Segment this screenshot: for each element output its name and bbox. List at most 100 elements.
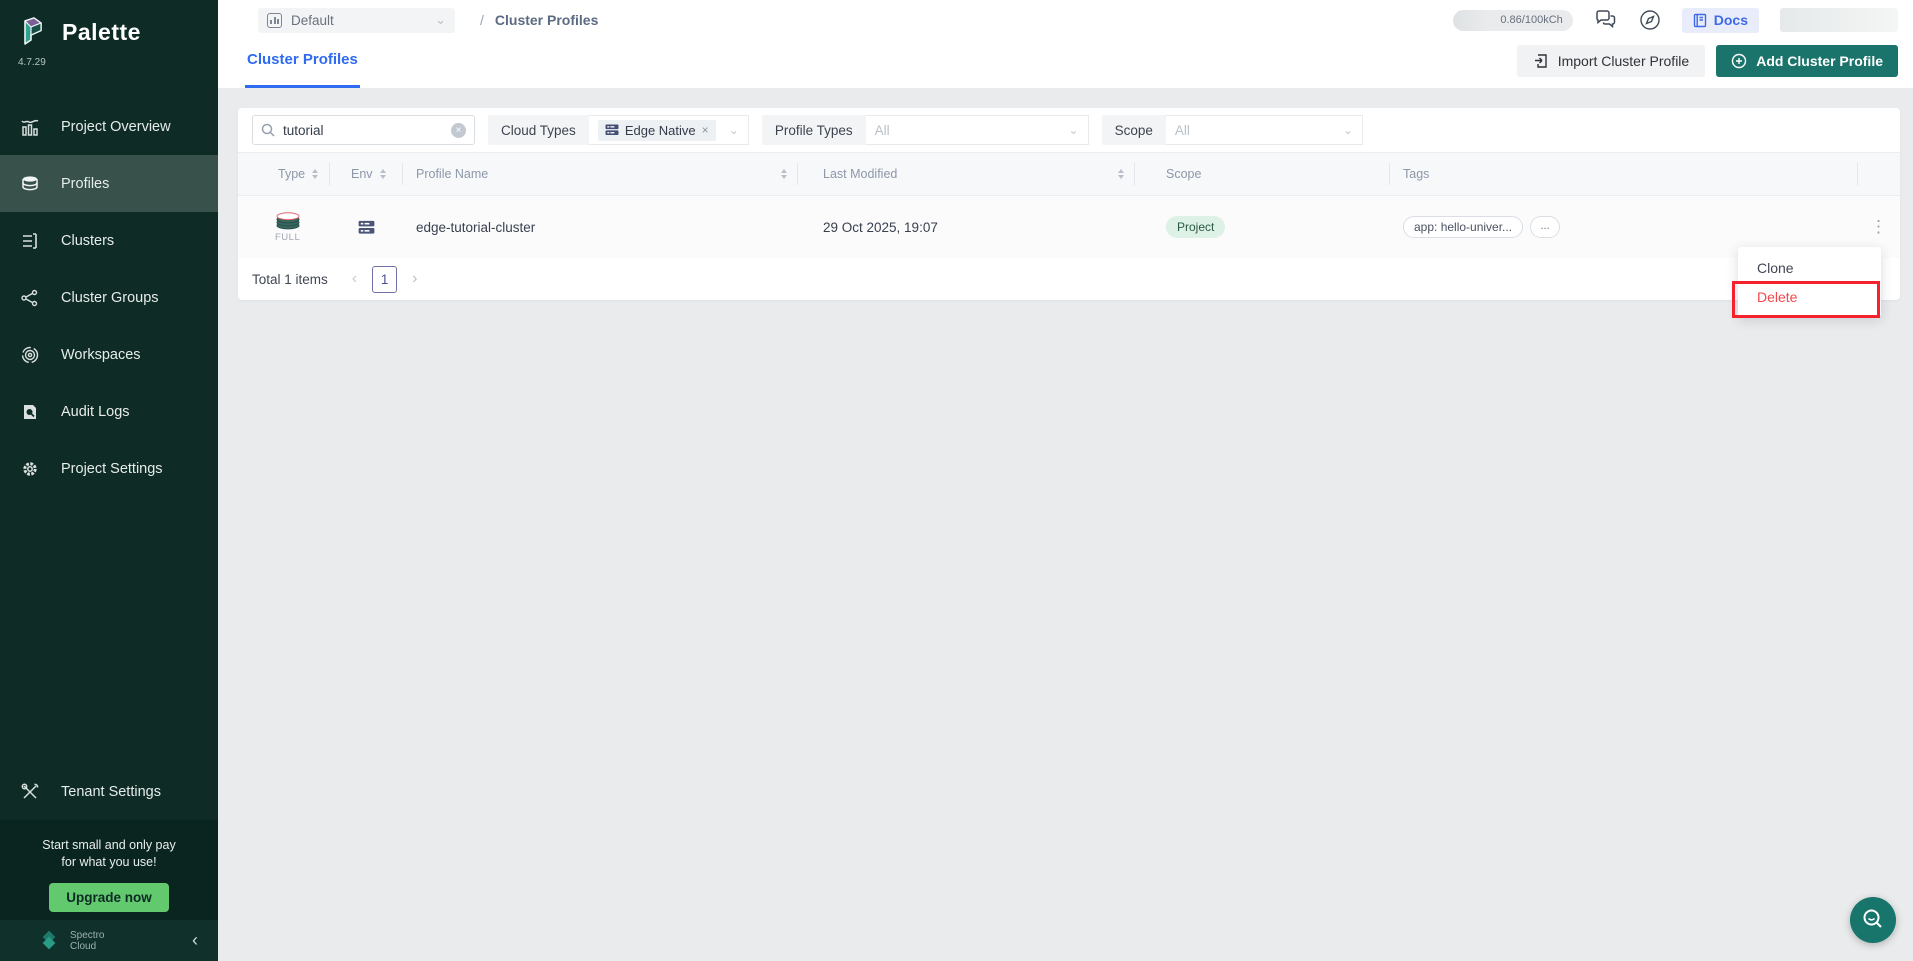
row-kebab-menu-icon[interactable]: ⋮ (1870, 217, 1888, 237)
user-menu-redacted[interactable] (1780, 8, 1898, 32)
sidebar-item-label: Project Settings (61, 461, 163, 477)
search-input[interactable] (283, 123, 443, 138)
sort-icon[interactable] (380, 169, 386, 179)
add-cluster-profile-button[interactable]: Add Cluster Profile (1716, 45, 1898, 77)
search-box: × (252, 115, 475, 145)
context-menu-clone[interactable]: Clone (1738, 253, 1881, 282)
help-compass-button[interactable] (1639, 9, 1661, 31)
sidebar-item-profiles[interactable]: Profiles (0, 155, 218, 212)
page-number-button[interactable]: 1 (372, 266, 397, 293)
profile-types-label: Profile Types (762, 115, 866, 145)
app-version: 4.7.29 (18, 57, 218, 68)
profile-name[interactable]: edge-tutorial-cluster (403, 220, 798, 235)
sidebar-item-label: Tenant Settings (61, 784, 161, 800)
brand-line1: Spectro (70, 930, 104, 941)
spectro-cloud-logo-icon (38, 930, 60, 952)
palette-logo-icon (16, 14, 52, 50)
sidebar-item-label: Clusters (61, 233, 114, 249)
top-right-controls: 0.86/100kCh (1453, 8, 1898, 33)
add-label: Add Cluster Profile (1756, 53, 1883, 69)
filter-bar: × Cloud Types (238, 108, 1900, 152)
env-cell (330, 220, 403, 235)
profiles-card: × Cloud Types (238, 108, 1900, 300)
prev-page-chevron[interactable]: ‹ (352, 270, 357, 288)
column-header-profile-name[interactable]: Profile Name (403, 163, 798, 185)
top-bar: Default ⌄ / Cluster Profiles 0.86/100kCh (218, 0, 1913, 34)
spectro-cloud-brand: Spectro Cloud (70, 930, 104, 952)
upgrade-promo: Start small and only pay for what you us… (0, 820, 218, 920)
column-label: Type (278, 167, 305, 181)
scope-label: Scope (1102, 115, 1166, 145)
chat-button[interactable] (1594, 9, 1618, 31)
sidebar-spacer (0, 497, 218, 763)
column-header-last-modified[interactable]: Last Modified (798, 163, 1135, 185)
profile-type-cell: FULL (238, 212, 330, 243)
remove-chip-icon[interactable]: × (702, 123, 709, 137)
scope-select[interactable]: All ⌄ (1166, 115, 1363, 145)
total-items-label: Total 1 items (252, 272, 328, 287)
app-name: Palette (62, 19, 141, 46)
import-cluster-profile-button[interactable]: Import Cluster Profile (1517, 45, 1705, 77)
docs-button[interactable]: Docs (1682, 8, 1759, 33)
tab-cluster-profiles[interactable]: Cluster Profiles (245, 34, 360, 88)
content-area: × Cloud Types (218, 88, 1913, 961)
concentric-icon (19, 344, 41, 366)
list-icon (19, 230, 41, 252)
profile-types-value: All (875, 123, 890, 138)
row-actions-cell: ⋮ (1858, 217, 1900, 237)
edge-native-chip: Edge Native × (598, 120, 716, 141)
bar-chart-icon (19, 116, 41, 138)
column-label: Tags (1403, 167, 1429, 181)
usage-meter[interactable]: 0.86/100kCh (1453, 10, 1573, 31)
sidebar-item-cluster-groups[interactable]: Cluster Groups (0, 269, 218, 326)
next-page-chevron[interactable]: › (412, 270, 417, 288)
table-row[interactable]: FULL edge-tutorial-cluster 29 Oct 2025, … (238, 196, 1900, 258)
sidebar-item-workspaces[interactable]: Workspaces (0, 326, 218, 383)
full-profile-stack-icon (274, 212, 302, 230)
chevron-down-icon: ⌄ (721, 123, 739, 137)
sidebar-item-tenant-settings[interactable]: Tenant Settings (0, 763, 218, 820)
scope-badge: Project (1166, 216, 1225, 238)
cloud-types-filter: Cloud Types Edge Native × (488, 115, 749, 145)
sidebar-nav: Project Overview Profiles (0, 98, 218, 497)
search-help-fab[interactable] (1850, 897, 1896, 943)
column-header-actions (1858, 163, 1900, 185)
context-menu-delete[interactable]: Delete (1738, 282, 1881, 311)
sort-icon[interactable] (1118, 169, 1124, 179)
profile-types-select[interactable]: All ⌄ (866, 115, 1089, 145)
audit-doc-icon (19, 401, 41, 423)
clear-search-icon[interactable]: × (451, 123, 466, 138)
edge-native-server-icon (605, 124, 619, 136)
scope-filter: Scope All ⌄ (1102, 115, 1363, 145)
tags-cell: app: hello-univer... ... (1390, 216, 1858, 238)
project-selector[interactable]: Default ⌄ (258, 8, 455, 33)
column-header-type[interactable]: Type (238, 163, 330, 185)
sidebar-item-clusters[interactable]: Clusters (0, 212, 218, 269)
more-tags-pill[interactable]: ... (1530, 216, 1560, 238)
upgrade-now-button[interactable]: Upgrade now (49, 883, 169, 912)
brand-line2: Cloud (70, 941, 104, 952)
cloud-types-select[interactable]: Edge Native × ⌄ (589, 115, 749, 145)
sidebar-item-label: Workspaces (61, 347, 141, 363)
tag-pill[interactable]: app: hello-univer... (1403, 216, 1523, 238)
sidebar-item-project-settings[interactable]: Project Settings (0, 440, 218, 497)
sidebar-item-project-overview[interactable]: Project Overview (0, 98, 218, 155)
network-icon (19, 287, 41, 309)
docs-label: Docs (1714, 12, 1748, 28)
magnifier-smile-icon (1860, 907, 1886, 933)
sidebar-footer: Spectro Cloud ‹ (0, 920, 218, 961)
sidebar-item-audit-logs[interactable]: Audit Logs (0, 383, 218, 440)
chevron-down-icon: ⌄ (1335, 123, 1353, 137)
chevron-down-icon: ⌄ (435, 12, 446, 28)
edge-native-server-icon (358, 220, 375, 235)
sidebar-collapse-chevron[interactable]: ‹ (192, 930, 198, 951)
plus-circle-icon (1731, 53, 1747, 69)
gear-icon (19, 458, 41, 480)
sort-icon[interactable] (781, 169, 787, 179)
sort-icon[interactable] (312, 169, 318, 179)
promo-text-line2: for what you use! (10, 854, 208, 871)
column-header-env[interactable]: Env (330, 163, 403, 185)
breadcrumb: / Cluster Profiles (480, 12, 598, 28)
sidebar: Palette 4.7.29 Project Overview (0, 0, 218, 961)
cloud-types-label: Cloud Types (488, 115, 589, 145)
